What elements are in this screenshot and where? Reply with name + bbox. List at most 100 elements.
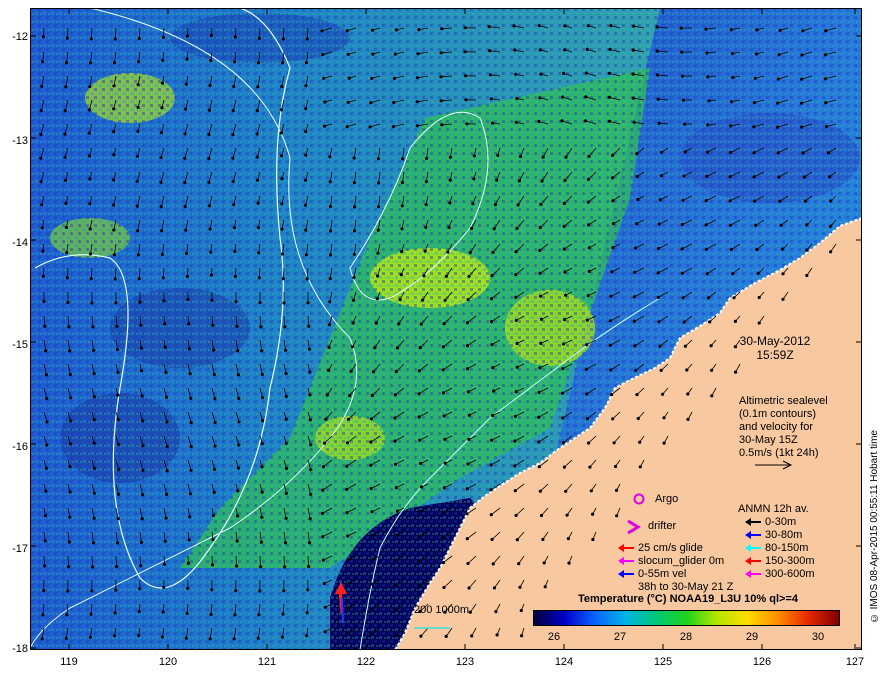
velocity-arrowhead xyxy=(376,251,380,255)
velocity-arrowhead xyxy=(681,198,685,202)
velocity-arrowhead xyxy=(417,369,421,373)
velocity-arrowhead xyxy=(391,125,395,129)
velocity-arrowhead xyxy=(306,301,310,305)
velocity-arrowhead xyxy=(189,468,193,472)
velocity-arrowhead xyxy=(64,225,68,229)
velocity-arrowhead xyxy=(729,100,734,104)
velocity-arrowhead xyxy=(517,562,521,566)
velocity-arrowhead xyxy=(494,610,498,614)
velocity-arrowhead xyxy=(183,180,187,185)
velocity-arrowhead xyxy=(562,465,567,469)
velocity-arrowhead xyxy=(607,95,611,99)
velocity-arrowhead xyxy=(185,57,189,61)
velocity-arrowhead xyxy=(372,370,376,374)
velocity-arrowhead xyxy=(137,277,141,281)
velocity-arrowhead xyxy=(800,125,804,129)
velocity-arrowhead xyxy=(466,390,470,394)
velocity-arrowhead xyxy=(321,465,326,469)
velocity-arrowhead xyxy=(443,298,447,302)
velocity-arrowhead xyxy=(256,201,260,205)
velocity-arrowhead xyxy=(514,295,518,299)
velocity-arrowhead xyxy=(140,394,144,398)
velocity-arrowhead xyxy=(112,130,116,134)
velocity-arrowhead xyxy=(255,178,260,182)
velocity-arrowhead xyxy=(513,414,517,418)
velocity-arrowhead xyxy=(89,37,93,41)
velocity-arrowhead xyxy=(611,417,615,421)
velocity-arrowhead xyxy=(185,611,189,616)
velocity-arrowhead xyxy=(284,491,288,495)
velocity-arrowhead xyxy=(309,443,313,447)
velocity-arrowhead xyxy=(444,634,448,639)
velocity-arrowhead xyxy=(92,417,96,422)
velocity-arrowhead xyxy=(394,28,398,32)
velocity-arrowhead xyxy=(304,84,308,88)
velocity-arrowhead xyxy=(538,225,542,230)
velocity-arrowhead xyxy=(164,370,168,374)
legend-glide: 25 cm/s glide xyxy=(618,542,703,554)
velocity-arrowhead xyxy=(136,129,140,133)
velocity-arrowhead xyxy=(777,53,781,57)
velocity-arrowhead xyxy=(303,178,308,182)
velocity-arrowhead xyxy=(400,180,405,185)
velocity-arrowhead xyxy=(140,517,144,521)
velocity-arrowhead xyxy=(44,489,48,493)
x-tick-label: 127 xyxy=(845,656,865,668)
velocity-arrowhead xyxy=(443,437,447,441)
velocity-arrowhead xyxy=(189,420,193,425)
velocity-arrowhead xyxy=(164,395,169,399)
velocity-arrowhead xyxy=(92,466,96,470)
velocity-arrowhead xyxy=(753,76,757,80)
velocity-arrowhead xyxy=(466,561,470,566)
velocity-arrowhead xyxy=(828,175,832,179)
velocity-arrowhead xyxy=(236,373,240,377)
velocity-arrowhead xyxy=(65,251,69,255)
velocity-arrowhead xyxy=(705,272,709,276)
velocity-arrowhead xyxy=(233,274,237,279)
velocity-arrowhead xyxy=(662,441,666,445)
velocity-arrowhead xyxy=(184,107,188,111)
velocity-arrowhead xyxy=(345,464,349,468)
velocity-arrowhead xyxy=(704,199,708,203)
velocity-arrowhead xyxy=(280,635,284,639)
velocity-arrowhead xyxy=(184,636,188,640)
velocity-arrowhead xyxy=(41,60,45,64)
velocity-arrowhead xyxy=(467,586,471,590)
velocity-arrowhead xyxy=(538,271,542,275)
velocity-arrowhead xyxy=(491,562,495,566)
velocity-arrowhead xyxy=(561,367,565,371)
velocity-arrowhead xyxy=(393,393,397,397)
velocity-arrowhead xyxy=(708,320,712,324)
velocity-arrowhead xyxy=(471,202,475,206)
velocity-arrowhead xyxy=(284,417,288,421)
velocity-arrowhead xyxy=(638,465,642,469)
velocity-arrowhead xyxy=(441,561,445,565)
y-tick-label: -13 xyxy=(12,135,28,147)
velocity-arrowhead xyxy=(757,321,761,325)
velocity-arrowhead xyxy=(369,440,373,444)
velocity-arrowhead xyxy=(304,107,308,111)
velocity-arrowhead xyxy=(491,250,495,254)
velocity-arrowhead xyxy=(233,60,237,64)
velocity-arrowhead xyxy=(64,85,68,89)
velocity-arrowhead xyxy=(394,486,398,490)
velocity-arrowhead xyxy=(468,250,472,255)
velocity-arrowhead xyxy=(563,178,567,182)
velocity-arrowhead xyxy=(352,156,356,160)
velocity-arrowhead xyxy=(607,71,612,75)
velocity-arrowhead xyxy=(424,180,428,184)
velocity-arrowhead xyxy=(213,420,217,424)
velocity-arrowhead xyxy=(307,564,311,569)
velocity-arrowhead xyxy=(114,588,118,592)
velocity-arrowhead xyxy=(328,276,332,281)
velocity-arrowhead xyxy=(256,85,260,89)
velocity-arrowhead xyxy=(235,564,239,568)
velocity-arrowhead xyxy=(281,612,285,616)
legend-slocum: slocum_glider 0m xyxy=(618,555,724,567)
velocity-arrowhead xyxy=(612,441,616,445)
velocity-arrowhead xyxy=(489,463,493,467)
velocity-arrowhead xyxy=(210,563,215,567)
velocity-arrowhead xyxy=(258,589,262,593)
velocity-arrowhead xyxy=(346,52,350,57)
velocity-arrowhead xyxy=(710,394,714,398)
